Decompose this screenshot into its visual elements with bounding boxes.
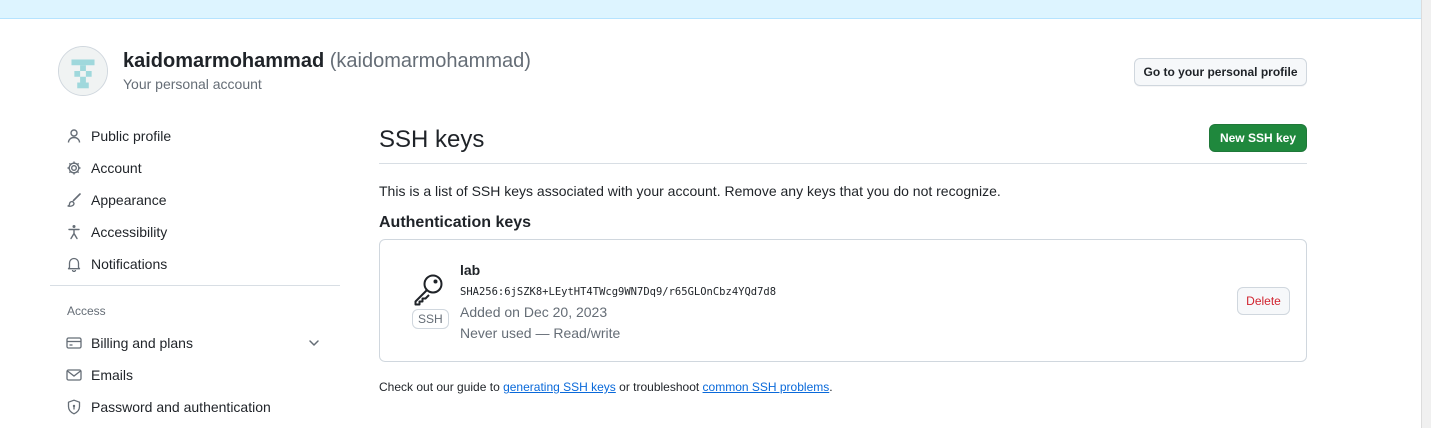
ssh-badge: SSH (412, 309, 449, 329)
credit-card-icon (66, 335, 82, 351)
go-to-profile-button[interactable]: Go to your personal profile (1134, 58, 1307, 86)
sidebar-item-label: Accessibility (91, 224, 168, 240)
avatar (58, 46, 108, 96)
sidebar-item-notifications[interactable]: Notifications (50, 248, 340, 280)
mail-icon (66, 367, 82, 383)
sidebar-item-label: Emails (91, 367, 134, 383)
person-icon (66, 128, 82, 144)
ssh-help-text: Check out our guide to generating SSH ke… (379, 380, 833, 394)
shield-lock-icon (66, 399, 82, 415)
help-middle: or troubleshoot (615, 380, 703, 394)
intro-text: This is a list of SSH keys associated wi… (379, 183, 1001, 199)
help-prefix: Check out our guide to (379, 380, 504, 394)
delete-ssh-key-button[interactable]: Delete (1237, 287, 1290, 315)
sidebar-heading-access: Access (67, 304, 106, 318)
accessibility-icon (66, 224, 82, 240)
account-username: kaidomarmohammad (123, 50, 325, 72)
sidebar-item-label: Notifications (91, 256, 168, 272)
sidebar-item-label: Password and authentication (91, 399, 271, 415)
account-name[interactable]: kaidomarmohammad (kaidomarmohammad) (123, 50, 531, 73)
sidebar-item-label: Account (91, 160, 142, 176)
ssh-key-list-item: SSH lab SHA256:6jSZK8+LEytHT4TWcg9WN7Dq9… (379, 239, 1307, 362)
generating-ssh-keys-link[interactable]: generating SSH keys (503, 380, 616, 394)
sidebar-item-account[interactable]: Account (50, 152, 340, 184)
chevron-down-icon[interactable] (306, 335, 322, 351)
bell-icon (66, 256, 82, 272)
sidebar-item-public-profile[interactable]: Public profile (50, 120, 340, 152)
help-suffix: . (829, 380, 833, 394)
ssh-key-added-date: Added on Dec 20, 2023 (460, 304, 608, 320)
page-title: SSH keys (379, 126, 485, 153)
sidebar-item-label: Appearance (91, 192, 167, 208)
identicon-image (59, 47, 107, 95)
ssh-key-fingerprint: SHA256:6jSZK8+LEytHT4TWcg9WN7Dq9/r65GLOn… (460, 286, 777, 298)
paintbrush-icon (66, 192, 82, 208)
top-banner (0, 0, 1421, 19)
sidebar-item-accessibility[interactable]: Accessibility (50, 216, 340, 248)
gear-icon (66, 160, 82, 176)
sidebar-item-label: Public profile (91, 128, 172, 144)
account-subtitle: Your personal account (123, 76, 262, 92)
new-ssh-key-button[interactable]: New SSH key (1209, 124, 1307, 152)
sidebar-item-billing[interactable]: Billing and plans (50, 327, 340, 359)
sidebar-item-emails[interactable]: Emails (50, 359, 340, 391)
ssh-key-title: lab (460, 262, 481, 278)
account-handle: (kaidomarmohammad) (329, 50, 531, 72)
sidebar-divider (50, 285, 340, 286)
sidebar-item-password-authentication[interactable]: Password and authentication (50, 391, 340, 423)
key-icon (411, 271, 447, 307)
ssh-key-usage: Never used — Read/write (460, 325, 621, 341)
sidebar-item-appearance[interactable]: Appearance (50, 184, 340, 216)
sidebar-item-label: Billing and plans (91, 335, 193, 351)
page-scrollbar[interactable] (1421, 0, 1431, 428)
common-ssh-problems-link[interactable]: common SSH problems (703, 380, 830, 394)
title-divider (379, 163, 1307, 164)
section-heading-authentication-keys: Authentication keys (379, 214, 532, 231)
